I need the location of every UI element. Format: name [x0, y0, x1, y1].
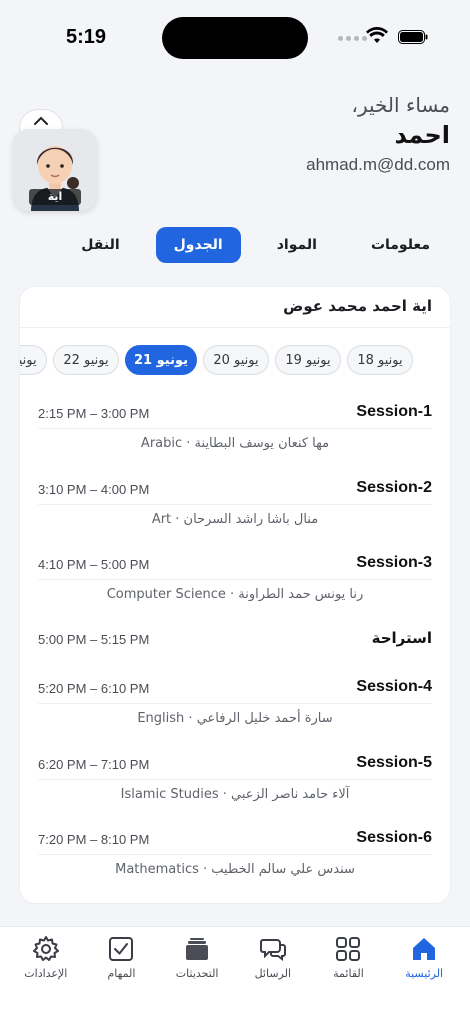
session-time: 2:15 PM – 3:00 PM	[38, 406, 150, 421]
session-row[interactable]: Session-2 3:10 PM – 4:00 PM Art · منال ب…	[38, 479, 432, 539]
session-title: Session-4	[356, 678, 432, 695]
date-pill[interactable]: يونيو 19	[275, 345, 341, 375]
nav-label: الرئيسية	[405, 967, 444, 980]
nav-label: الإعدادات	[24, 967, 68, 980]
session-title: Session-2	[356, 479, 432, 496]
session-time: 3:10 PM – 4:00 PM	[38, 482, 150, 497]
tasks-icon	[109, 937, 134, 961]
divider	[38, 428, 432, 429]
session-title: Session-5	[356, 754, 432, 771]
nav-label: المهام	[107, 967, 136, 980]
session-time: 4:10 PM – 5:00 PM	[38, 557, 150, 572]
tab-bar: معلومات المواد الجدول النقل	[81, 226, 448, 264]
wifi-icon	[366, 27, 388, 43]
schedule-card: اية احمد محمد عوض يونيو 18 يونيو 19 يوني…	[19, 286, 451, 904]
nav-updates[interactable]: التحديثات	[159, 935, 235, 1024]
tab-info[interactable]: معلومات	[353, 227, 448, 263]
divider	[38, 779, 432, 780]
status-bar: 5:19	[0, 0, 470, 76]
session-detail: Mathematics · سندس علي سالم الخطيب	[115, 862, 355, 877]
session-title: Session-1	[356, 403, 432, 420]
date-pill[interactable]: يونيو 22	[53, 345, 119, 375]
grid-icon	[336, 937, 361, 961]
chat-icon	[259, 939, 286, 961]
session-detail: English · سارة أحمد خليل الرفاعي	[137, 711, 333, 726]
session-row[interactable]: Session-5 6:20 PM – 7:10 PM Islamic Stud…	[38, 754, 432, 814]
session-detail: Art · منال باشا راشد السرحان	[151, 512, 319, 527]
break-row: استراحة 5:00 PM – 5:15 PM	[38, 629, 432, 659]
session-row[interactable]: Session-3 4:10 PM – 5:00 PM Computer Sci…	[38, 554, 432, 614]
session-row[interactable]: Session-4 5:20 PM – 6:10 PM English · سا…	[38, 678, 432, 738]
session-detail: Islamic Studies · آلاء حامد ناصر الزعبي	[120, 787, 350, 802]
session-title: Session-6	[356, 829, 432, 846]
session-time: 5:00 PM – 5:15 PM	[38, 632, 150, 647]
signal-icon	[338, 36, 367, 41]
session-row[interactable]: Session-6 7:20 PM – 8:10 PM Mathematics …	[38, 829, 432, 889]
battery-icon	[398, 30, 428, 44]
session-title: Session-3	[356, 554, 432, 571]
user-email: ahmad.m@dd.com	[306, 155, 450, 174]
date-pill-selected[interactable]: يونيو 21	[125, 345, 197, 375]
nav-label: الرسائل	[254, 967, 292, 980]
date-pill[interactable]: يونيو 20	[203, 345, 269, 375]
child-avatar[interactable]: اية	[13, 129, 97, 211]
nav-settings[interactable]: الإعدادات	[8, 935, 84, 1024]
status-time: 5:19	[66, 26, 107, 48]
nav-tasks[interactable]: المهام	[84, 935, 160, 1024]
divider	[38, 854, 432, 855]
date-pill[interactable]: يونيو 23	[20, 345, 47, 375]
date-selector: يونيو 18 يونيو 19 يونيو 20 يونيو 21 يوني…	[20, 345, 413, 375]
tab-transport[interactable]: النقل	[63, 227, 137, 263]
chevron-up-icon	[34, 116, 48, 125]
tab-subjects[interactable]: المواد	[259, 227, 335, 263]
break-title: استراحة	[371, 629, 432, 647]
divider	[20, 327, 450, 328]
nav-messages[interactable]: الرسائل	[235, 935, 311, 1024]
session-time: 6:20 PM – 7:10 PM	[38, 757, 150, 772]
nav-menu[interactable]: القائمة	[311, 935, 387, 1024]
session-detail: Arabic · مها كنعان يوسف البطاينة	[140, 436, 330, 451]
tab-schedule[interactable]: الجدول	[155, 227, 241, 263]
updates-icon	[186, 938, 209, 960]
session-time: 7:20 PM – 8:10 PM	[38, 832, 150, 847]
home-icon	[413, 938, 436, 960]
session-time: 5:20 PM – 6:10 PM	[38, 681, 150, 696]
divider	[38, 579, 432, 580]
session-detail: Computer Science · رنا يونس حمد الطراونة	[106, 587, 364, 602]
session-row[interactable]: Session-1 2:15 PM – 3:00 PM Arabic · مها…	[38, 403, 432, 463]
greeting-text: مساء الخير،	[351, 93, 451, 117]
date-pill[interactable]: يونيو 18	[347, 345, 413, 375]
nav-home[interactable]: الرئيسية	[386, 935, 462, 1024]
user-name: احمد	[394, 121, 450, 149]
divider	[38, 504, 432, 505]
bottom-nav: الرئيسية القائمة الرسائل التحديثات المها…	[0, 926, 470, 1024]
child-name-label: اية	[29, 189, 81, 205]
nav-label: التحديثات	[175, 967, 219, 980]
divider	[38, 703, 432, 704]
gear-icon	[32, 936, 59, 961]
student-name: اية احمد محمد عوض	[283, 297, 432, 315]
nav-label: القائمة	[333, 967, 364, 980]
dynamic-island	[162, 17, 308, 59]
